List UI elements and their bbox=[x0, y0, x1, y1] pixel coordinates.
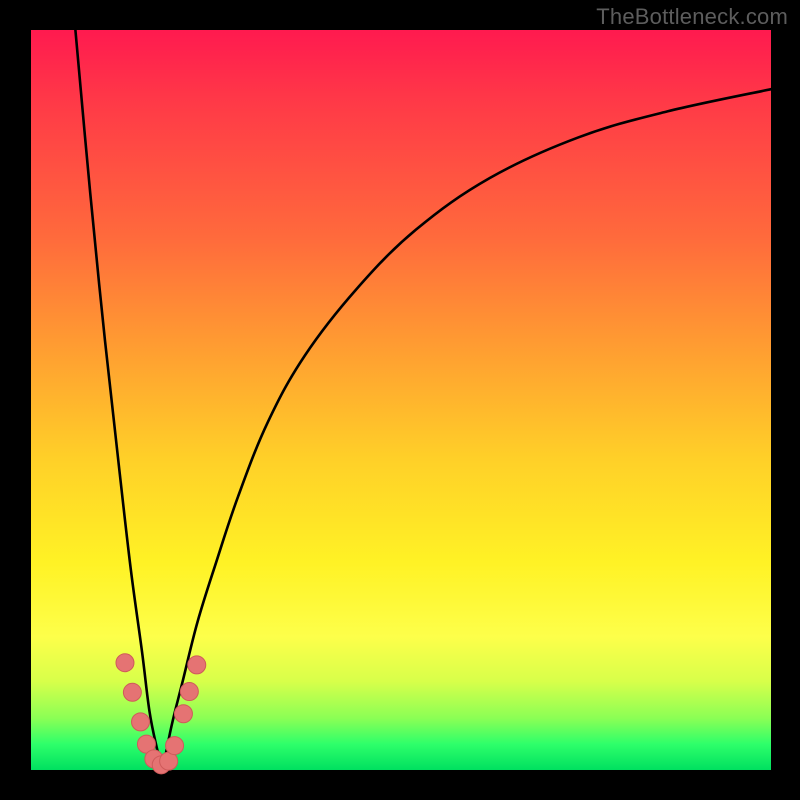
data-marker bbox=[132, 713, 150, 731]
curve-right-branch bbox=[163, 89, 771, 770]
watermark-text: TheBottleneck.com bbox=[596, 4, 788, 30]
data-marker bbox=[116, 654, 134, 672]
data-marker bbox=[174, 705, 192, 723]
curve-svg bbox=[31, 30, 771, 770]
data-marker bbox=[123, 683, 141, 701]
plot-area bbox=[31, 30, 771, 770]
data-marker bbox=[180, 683, 198, 701]
data-marker bbox=[188, 656, 206, 674]
data-markers bbox=[116, 654, 206, 774]
data-marker bbox=[166, 737, 184, 755]
chart-frame: TheBottleneck.com bbox=[0, 0, 800, 800]
